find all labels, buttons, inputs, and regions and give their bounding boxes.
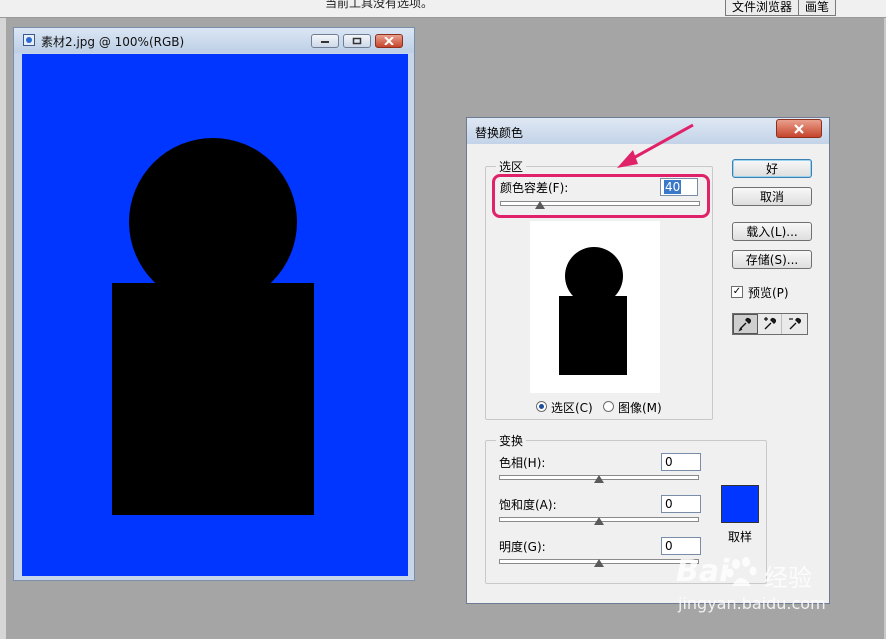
preview-label: 预览(P) [748, 286, 789, 300]
radio-image-label: 图像(M) [618, 401, 662, 415]
ok-button[interactable]: 好 [732, 159, 812, 178]
saturation-slider-thumb[interactable] [594, 517, 604, 525]
baidu-paw-icon [726, 557, 757, 586]
document-window: 素材2.jpg @ 100%(RGB) [13, 27, 415, 581]
dialog-close-button[interactable] [776, 119, 822, 138]
close-icon [794, 123, 804, 134]
saturation-input[interactable]: 0 [661, 495, 701, 513]
eyedropper-icon [738, 317, 752, 332]
watermark-brand: Bai [676, 554, 730, 589]
hue-input[interactable]: 0 [661, 453, 701, 471]
maximize-icon [352, 37, 362, 45]
minimize-icon [321, 41, 329, 43]
close-button[interactable] [375, 34, 403, 48]
document-icon [23, 34, 35, 46]
palette-well: 文件浏览器 画笔 [725, 0, 837, 16]
black-rectangle-shape [112, 283, 314, 515]
saturation-label: 饱和度(A): [499, 498, 557, 512]
tab-file-browser[interactable]: 文件浏览器 [725, 0, 800, 16]
hue-label: 色相(H): [499, 456, 546, 470]
add-eyedropper-tool[interactable] [758, 314, 783, 334]
baidu-watermark: Bai 经验 jingyan.baidu.com [672, 552, 872, 622]
document-titlebar[interactable]: 素材2.jpg @ 100%(RGB) [14, 28, 414, 53]
preview-checkbox[interactable]: ✓ [731, 286, 743, 298]
sample-color-swatch[interactable] [721, 485, 759, 523]
subtract-eyedropper-tool[interactable] [782, 314, 807, 334]
close-icon [384, 37, 394, 45]
lightness-label: 明度(G): [499, 540, 546, 554]
selection-preview[interactable] [530, 221, 660, 393]
tab-brushes[interactable]: 画笔 [798, 0, 837, 16]
dialog-titlebar[interactable]: 替换颜色 [467, 118, 829, 144]
preview-rectangle-shape [559, 296, 627, 375]
hue-slider-thumb[interactable] [594, 475, 604, 483]
minimize-button[interactable] [311, 34, 339, 48]
options-bar: 当前工具没有选项。 文件浏览器 画笔 [0, 0, 886, 18]
transform-legend: 变换 [499, 434, 524, 448]
watermark-url: jingyan.baidu.com [678, 594, 826, 613]
replace-color-dialog: 替换颜色 选区 颜色容差(F): 40 选区(C) 图像(M) 好 取消 载入(… [466, 117, 830, 604]
eyedropper-minus-icon [788, 317, 801, 330]
document-title: 素材2.jpg @ 100%(RGB) [41, 35, 185, 49]
eyedropper-plus-icon [763, 317, 776, 330]
lightness-slider-thumb[interactable] [594, 559, 604, 567]
eyedropper-tools [732, 313, 808, 335]
load-button[interactable]: 载入(L)... [732, 222, 812, 241]
toolbox-edge [0, 18, 6, 639]
dialog-title: 替换颜色 [475, 126, 524, 140]
radio-image[interactable] [603, 401, 614, 412]
radio-selection-label: 选区(C) [551, 401, 593, 415]
black-circle-shape [129, 138, 297, 306]
cancel-button[interactable]: 取消 [732, 187, 812, 206]
sample-label: 取样 [728, 530, 753, 544]
selection-legend: 选区 [499, 160, 524, 174]
watermark-brand-tail: 经验 [764, 564, 812, 592]
fuzziness-highlight-annotation [492, 174, 710, 218]
options-hint: 当前工具没有选项。 [325, 0, 434, 10]
radio-selection[interactable] [536, 401, 547, 412]
eyedropper-tool[interactable] [733, 314, 758, 334]
save-button[interactable]: 存储(S)... [732, 250, 812, 269]
maximize-button[interactable] [343, 34, 371, 48]
image-canvas[interactable] [22, 54, 408, 576]
